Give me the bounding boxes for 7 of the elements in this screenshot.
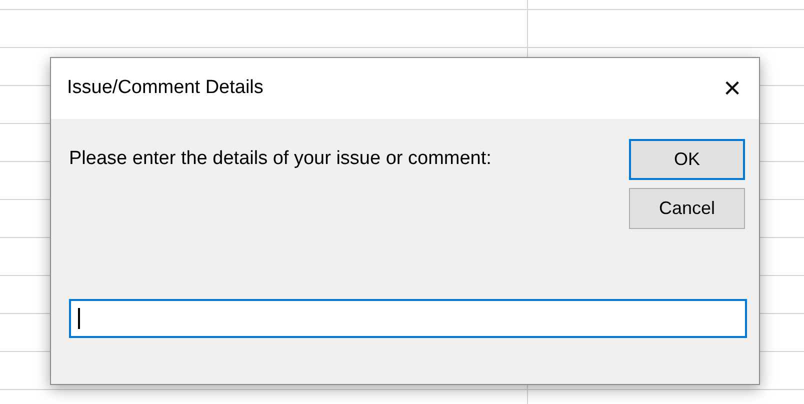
dialog-title: Issue/Comment Details: [67, 76, 264, 100]
prompt-text: Please enter the details of your issue or comment:: [69, 147, 492, 171]
close-button[interactable]: ×: [717, 74, 747, 104]
input-field[interactable]: [69, 299, 747, 338]
text-cursor: [78, 308, 80, 329]
dialog-button[interactable]: Cancel: [629, 188, 745, 229]
dialog-button[interactable]: OK: [629, 139, 745, 180]
